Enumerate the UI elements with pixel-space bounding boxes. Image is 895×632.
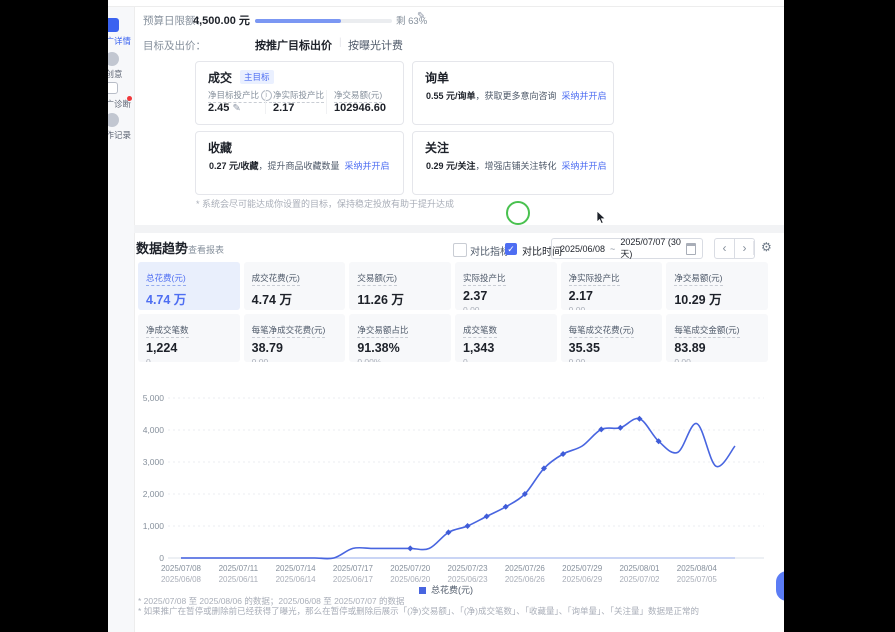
svg-text:1,000: 1,000 bbox=[143, 521, 165, 531]
prev-period-button[interactable]: ‹ bbox=[714, 238, 735, 259]
svg-text:2025/07/17: 2025/07/17 bbox=[333, 564, 374, 573]
svg-text:2025/08/04: 2025/08/04 bbox=[677, 564, 718, 573]
edit-target-roi-icon[interactable]: ✎ bbox=[232, 103, 240, 114]
goal-card-follow: 关注 0.29 元/关注，增强店铺关注转化采纳并开启 bbox=[412, 131, 614, 195]
controls-divider bbox=[753, 241, 754, 255]
svg-text:2025/07/11: 2025/07/11 bbox=[219, 564, 259, 573]
date-end: 2025/07/07 (30天) bbox=[620, 237, 686, 260]
metric-card-amount-per-order[interactable]: 每笔成交金额(元) 83.89 0.00 bbox=[666, 314, 768, 362]
metric-card-orders[interactable]: 成交笔数 1,343 0 bbox=[455, 314, 557, 362]
metric-label: 净实际投产比 bbox=[273, 89, 324, 103]
svg-text:5,000: 5,000 bbox=[143, 393, 165, 403]
left-black-mask bbox=[0, 0, 108, 632]
next-period-button[interactable]: › bbox=[734, 238, 755, 259]
compare-metric-label: 对比指标 bbox=[470, 243, 510, 258]
budget-value: 4,500.00 元 bbox=[193, 12, 250, 28]
metric-label: 净目标投产比i bbox=[208, 89, 272, 103]
goal-note: * 系统会尽可能达成你设置的目标，保持稳定投放有助于提升达成 bbox=[196, 197, 454, 210]
notification-dot bbox=[127, 96, 132, 101]
calendar-icon bbox=[686, 243, 696, 255]
adopt-enable-link[interactable]: 采纳并开启 bbox=[562, 91, 607, 101]
legend-label: 总花费(元) bbox=[431, 585, 473, 595]
goal-card-title: 收藏 bbox=[208, 139, 232, 156]
compare-metric-checkbox[interactable] bbox=[453, 243, 467, 257]
goal-card-deal: 成交 主目标 净目标投产比i 2.45 ✎ 净实际投产比 2.17 净交易额(元… bbox=[195, 61, 404, 125]
metric-value: 102946.60 bbox=[334, 102, 386, 114]
date-range-picker[interactable]: 2025/06/08 ~ 2025/07/07 (30天) bbox=[551, 238, 703, 259]
svg-text:2025/07/29: 2025/07/29 bbox=[562, 564, 603, 573]
compare-time-checkbox[interactable]: ✓ bbox=[505, 243, 517, 255]
metric-card-cost-per-order[interactable]: 每笔成交花费(元) 35.35 0.00 bbox=[561, 314, 663, 362]
legend-swatch bbox=[419, 587, 426, 594]
metric-card-gmv[interactable]: 交易额(元) 11.26 万 0.00 bbox=[349, 262, 451, 310]
campaign-detail-panel: 推广详情 创意 推广诊断 操作记录 预算日限额： 4,500.00 元 剩 63… bbox=[108, 0, 784, 632]
goal-card-desc: 0.27 元/收藏，提升商品收藏数量采纳并开启 bbox=[209, 159, 390, 172]
svg-text:3,000: 3,000 bbox=[143, 457, 165, 467]
info-icon: i bbox=[261, 90, 272, 101]
svg-text:2025/07/26: 2025/07/26 bbox=[505, 564, 546, 573]
goal-card-title: 询单 bbox=[425, 69, 449, 86]
svg-text:0: 0 bbox=[159, 553, 164, 563]
metric-value: 2.17 bbox=[273, 102, 294, 114]
bidding-label: 目标及出价： bbox=[143, 38, 206, 53]
top-divider bbox=[108, 6, 784, 7]
metric-value: 2.45 ✎ bbox=[208, 102, 241, 114]
metric-card-deal-cost[interactable]: 成交花费(元) 4.74 万 0.00 bbox=[244, 262, 346, 310]
svg-text:2025/07/14: 2025/07/14 bbox=[276, 564, 317, 573]
svg-text:2025/07/08: 2025/07/08 bbox=[161, 564, 202, 573]
metric-card-net-gmv-ratio[interactable]: 净交易额占比 91.38% 0.00% bbox=[349, 314, 451, 362]
budget-progress-bar bbox=[255, 19, 392, 23]
mouse-cursor bbox=[596, 211, 608, 225]
metric-card-net-orders[interactable]: 净成交笔数 1,224 0 bbox=[138, 314, 240, 362]
goal-card-favorite: 收藏 0.27 元/收藏，提升商品收藏数量采纳并开启 bbox=[195, 131, 404, 195]
tab-exposure-billing[interactable]: 按曝光计费 bbox=[348, 37, 403, 53]
card-divider bbox=[326, 90, 327, 114]
goal-card-desc: 0.55 元/询单，获取更多意向咨询采纳并开启 bbox=[426, 89, 607, 102]
budget-edit-icon[interactable]: ✎ bbox=[417, 11, 425, 22]
goal-card-desc: 0.29 元/关注，增强店铺关注转化采纳并开启 bbox=[426, 159, 607, 172]
metric-label: 净交易额(元) bbox=[334, 89, 382, 103]
metric-card-net-roi[interactable]: 净实际投产比 2.17 0.00 bbox=[561, 262, 663, 310]
budget-progress-fill bbox=[255, 19, 341, 23]
goal-card-title: 成交 bbox=[208, 69, 232, 86]
svg-text:4,000: 4,000 bbox=[143, 425, 165, 435]
metric-card-roi[interactable]: 实际投产比 2.37 0.00 bbox=[455, 262, 557, 310]
trend-line-chart: 0 1,000 2,000 3,000 4,000 5,000 2025/07/08 2025… bbox=[108, 388, 784, 588]
right-black-mask bbox=[784, 0, 895, 632]
metric-card-net-gmv[interactable]: 净交易额(元) 10.29 万 0.00 bbox=[666, 262, 768, 310]
trend-section-title: 数据趋势 bbox=[136, 238, 188, 257]
click-indicator-ring bbox=[506, 201, 530, 225]
date-start: 2025/06/08 bbox=[560, 244, 605, 254]
svg-text:2025/08/01: 2025/08/01 bbox=[619, 564, 660, 573]
date-separator: ~ bbox=[610, 244, 615, 254]
settings-gear-icon[interactable]: ⚙ bbox=[761, 240, 772, 254]
tab-separator: | bbox=[339, 37, 342, 48]
section-divider bbox=[134, 225, 784, 233]
metric-card-total-cost[interactable]: 总花费(元) 4.74 万 0.00 bbox=[138, 262, 240, 310]
svg-text:2,000: 2,000 bbox=[143, 489, 165, 499]
metric-card-net-cost-per-order[interactable]: 每笔净成交花费(元) 38.79 0.00 bbox=[244, 314, 346, 362]
view-report-link[interactable]: 查看报表 bbox=[188, 243, 224, 256]
primary-goal-badge: 主目标 bbox=[240, 70, 274, 84]
trend-chart-svg: 0 1,000 2,000 3,000 4,000 5,000 2025/07/08 2025… bbox=[108, 388, 784, 588]
svg-text:2025/07/20: 2025/07/20 bbox=[390, 564, 431, 573]
card-divider bbox=[265, 90, 266, 114]
goal-card-inquiry: 询单 0.55 元/询单，获取更多意向咨询采纳并开启 bbox=[412, 61, 614, 125]
tab-goal-bidding[interactable]: 按推广目标出价 bbox=[255, 37, 332, 53]
metric-card-grid: 总花费(元) 4.74 万 0.00 成交花费(元) 4.74 万 0.00 交… bbox=[138, 262, 768, 362]
chart-footnote-2: * 如果推广在暂停或删除前已经获得了曝光，那么在暂停或删除后展示「(净)交易额」… bbox=[138, 605, 699, 617]
svg-text:2025/07/23: 2025/07/23 bbox=[448, 564, 489, 573]
goal-card-title: 关注 bbox=[425, 139, 449, 156]
adopt-enable-link[interactable]: 采纳并开启 bbox=[345, 161, 390, 171]
adopt-enable-link[interactable]: 采纳并开启 bbox=[562, 161, 607, 171]
